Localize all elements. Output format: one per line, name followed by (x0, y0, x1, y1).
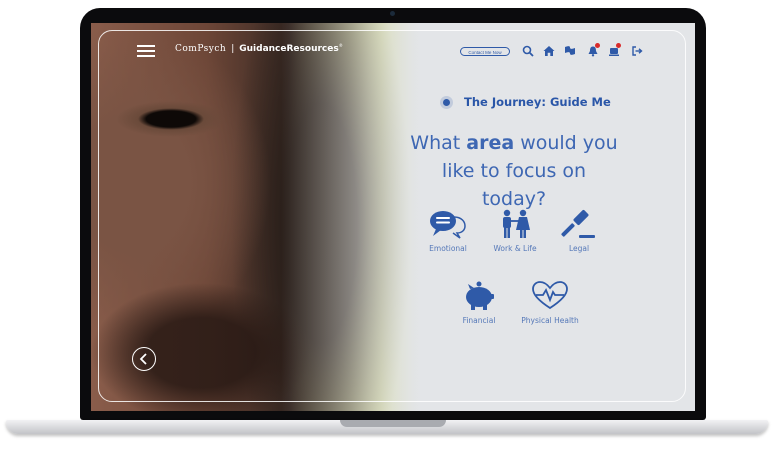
category-legal[interactable]: Legal (539, 209, 619, 253)
category-physical-health[interactable]: Physical Health (510, 281, 590, 325)
question-text-start: What (410, 132, 467, 154)
bell-badge (595, 43, 600, 48)
app-screen: ComPsych | GuidanceResources® Contact Me N… (91, 23, 695, 411)
piggy-bank-icon (466, 281, 494, 310)
family-icon (503, 209, 530, 238)
journey-indicator-icon (443, 98, 450, 106)
category-label: Financial (462, 316, 496, 325)
brand-logo[interactable]: ComPsych | GuidanceResources® (175, 43, 343, 54)
flag-icon[interactable] (563, 44, 577, 58)
brand-separator: | (231, 44, 235, 54)
camera-dot (390, 11, 395, 16)
category-label: Legal (568, 244, 590, 253)
notifications-badge (616, 43, 621, 48)
category-financial[interactable]: Financial (439, 281, 519, 325)
focus-question: What area would you like to focus on tod… (409, 129, 619, 213)
heartbeat-icon (532, 281, 568, 310)
top-nav: ComPsych | GuidanceResources® Contact Me N… (91, 23, 695, 67)
notifications-icon[interactable] (607, 43, 621, 58)
gavel-icon (561, 209, 595, 238)
question-emphasis: area (466, 132, 515, 154)
home-icon[interactable] (542, 44, 556, 58)
journey-header: The Journey: Guide Me (443, 95, 611, 109)
contact-me-button[interactable]: Contact Me Now (460, 47, 510, 56)
brand-company: ComPsych (175, 44, 227, 54)
search-icon[interactable] (521, 44, 535, 58)
logout-icon[interactable] (630, 44, 644, 58)
bell-icon[interactable] (586, 43, 600, 58)
hamburger-menu-icon[interactable] (137, 45, 155, 57)
back-button[interactable] (132, 347, 156, 371)
laptop-notch (340, 420, 446, 427)
category-label: Physical Health (521, 316, 579, 325)
journey-title: The Journey: Guide Me (464, 95, 611, 109)
brand-product: GuidanceResources (239, 44, 339, 54)
chevron-left-icon (139, 353, 147, 365)
speech-bubble-icon (430, 211, 466, 239)
